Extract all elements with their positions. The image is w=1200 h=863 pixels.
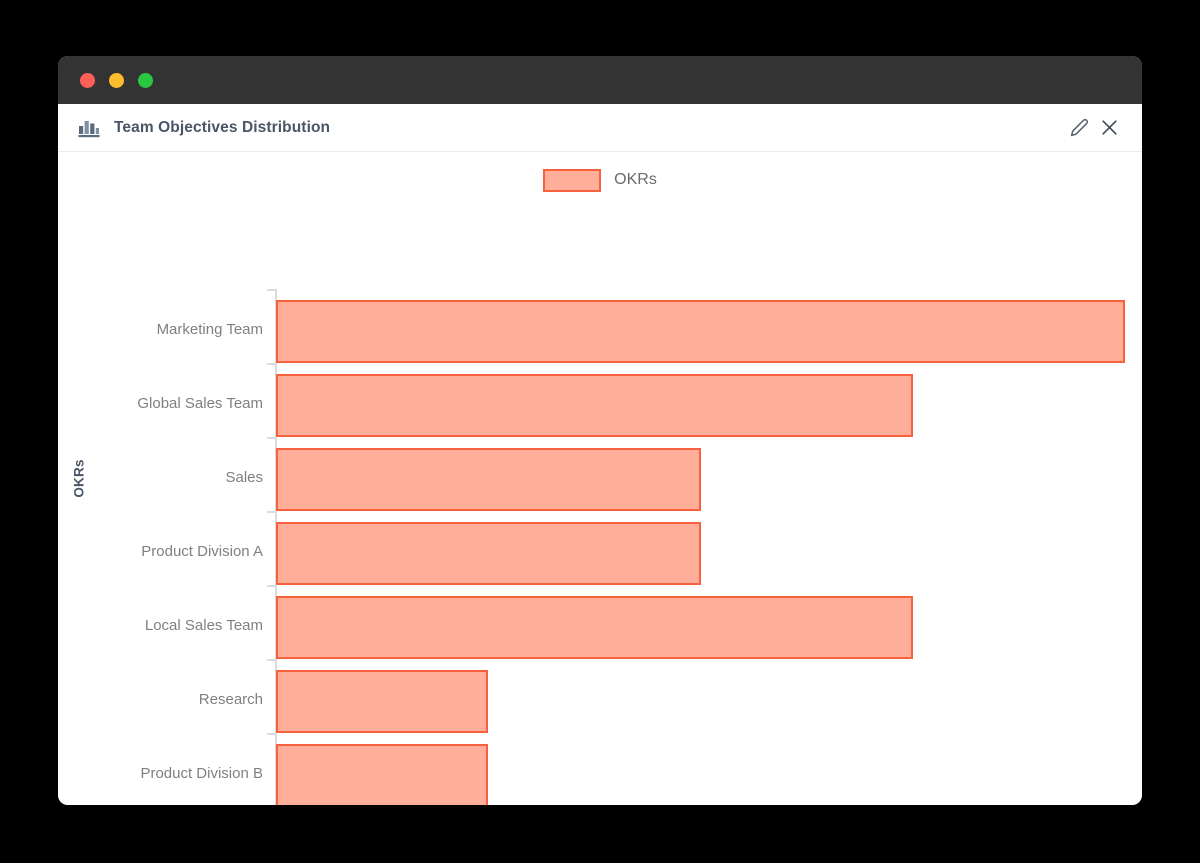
bar-research[interactable] <box>276 669 488 733</box>
legend-label-okrs: OKRs <box>614 171 657 188</box>
bar-global-sales-team[interactable] <box>276 373 913 437</box>
y-axis-title-label: OKRs <box>71 459 87 498</box>
y-axis-label-marketing-team: Marketing Team <box>156 321 263 338</box>
close-button[interactable] <box>1094 113 1124 143</box>
bar-local-sales-team[interactable] <box>276 595 913 659</box>
y-axis-label-research: Research <box>198 691 263 708</box>
bar-chart-icon <box>78 118 100 138</box>
window-close-dot[interactable] <box>80 72 95 88</box>
page-title: Team Objectives Distribution <box>114 118 331 136</box>
bar-product-division-b[interactable] <box>276 743 488 805</box>
bar-marketing-team[interactable] <box>276 299 1125 363</box>
y-axis-label-sales: Sales <box>225 469 263 486</box>
app-window: Team Objectives Distribution OKRs OKRs M… <box>58 56 1142 805</box>
panel-header: Team Objectives Distribution <box>58 104 1142 152</box>
window-titlebar <box>58 56 1142 104</box>
chart-plot-area: OKRs OKRs Marketing Team Global Sales Tea… <box>58 152 1142 805</box>
window-minimize-dot[interactable] <box>109 72 124 88</box>
window-maximize-dot[interactable] <box>138 72 153 88</box>
y-axis-label-local-sales-team: Local Sales Team <box>144 617 263 634</box>
y-axis-label-product-division-a: Product Division A <box>141 543 263 560</box>
chart-legend: OKRs <box>58 152 1142 208</box>
legend-swatch-okrs[interactable] <box>543 168 602 192</box>
y-axis-title: OKRs <box>66 152 92 805</box>
y-axis-label-global-sales-team: Global Sales Team <box>137 395 263 412</box>
bar-product-division-a[interactable] <box>276 521 701 585</box>
bar-sales[interactable] <box>276 447 701 511</box>
edit-button[interactable] <box>1064 113 1094 143</box>
y-axis-label-product-division-b: Product Division B <box>140 765 263 782</box>
